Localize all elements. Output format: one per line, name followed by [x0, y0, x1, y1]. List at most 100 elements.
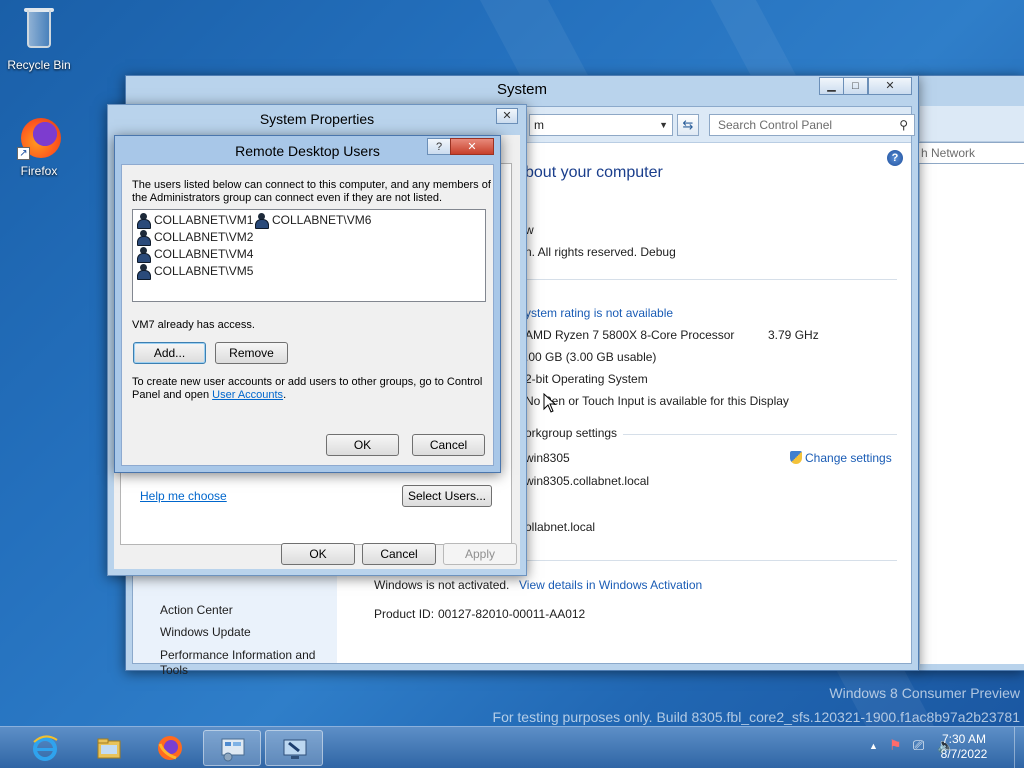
domain-value: ollabnet.local	[525, 520, 596, 534]
user-icon	[136, 247, 151, 263]
folder-icon	[97, 738, 121, 759]
taskbar-system-properties[interactable]	[265, 730, 323, 766]
users-listbox[interactable]: COLLABNET\VM1 COLLABNET\VM6 COLLABNET\VM…	[132, 209, 486, 302]
network-window-content: h Network	[918, 106, 1024, 664]
list-item[interactable]: COLLABNET\VM5	[136, 263, 253, 280]
help-me-choose-link[interactable]: Help me choose	[140, 490, 227, 503]
cancel-button[interactable]: Cancel	[362, 543, 436, 565]
product-id-label: Product ID:	[374, 607, 435, 621]
network-search-text: h Network	[921, 146, 976, 160]
system-window-title: System	[496, 81, 547, 98]
show-hidden-icons-icon[interactable]: ▲	[869, 741, 878, 751]
list-item[interactable]: COLLABNET\VM2	[136, 229, 253, 246]
remove-user-button[interactable]: Remove	[215, 342, 288, 364]
search-input[interactable]: Search Control Panel ⚲	[709, 114, 915, 136]
copyright-text: n. All rights reserved. Debug	[525, 245, 676, 259]
processor-speed: 3.79 GHz	[768, 328, 819, 342]
divider	[525, 279, 897, 280]
see-also-windows-update[interactable]: Windows Update	[160, 625, 251, 639]
recycle-bin-icon	[15, 6, 63, 54]
firefox-icon	[158, 736, 182, 760]
full-computer-name-value: win8305.collabnet.local	[525, 474, 650, 488]
taskbar-ie[interactable]	[16, 730, 74, 766]
list-item[interactable]: COLLABNET\VM4	[136, 246, 253, 263]
user-icon	[136, 213, 151, 229]
action-center-flag-icon[interactable]: ⚑	[889, 737, 902, 754]
internet-explorer-icon	[33, 735, 58, 761]
see-also-performance[interactable]: Performance Information and Tools	[160, 648, 330, 678]
rdu-footer-text: To create new user accounts or add users…	[132, 376, 483, 401]
minimize-button[interactable]: ▁	[819, 77, 844, 95]
clock[interactable]: 7:30 AM 8/7/2022	[934, 732, 994, 762]
cancel-button[interactable]: Cancel	[412, 434, 485, 456]
clock-date: 8/7/2022	[940, 747, 988, 761]
notification-area: ▲ ⚑ ⎚ 🔈 7:30 AM 8/7/2022	[824, 727, 1024, 768]
firefox-icon: ↗	[15, 112, 63, 160]
divider	[623, 434, 897, 435]
search-placeholder: Search Control Panel	[718, 118, 833, 132]
page-heading: bout your computer	[525, 164, 663, 181]
taskbar-control-panel[interactable]	[203, 730, 261, 766]
ok-button[interactable]: OK	[281, 543, 355, 565]
list-item[interactable]: COLLABNET\VM6	[254, 212, 371, 229]
activation-link[interactable]: View details in Windows Activation	[519, 578, 702, 592]
product-id-value: 00127-82010-00011-AA012	[438, 607, 586, 621]
desktop-icon-label: Recycle Bin	[7, 58, 71, 72]
change-settings-link[interactable]: Change settings	[790, 451, 892, 465]
system-type-value: 2-bit Operating System	[525, 372, 648, 386]
mouse-cursor-icon	[543, 393, 557, 413]
remote-desktop-users-dialog[interactable]: Remote Desktop Users ? ✕ The users liste…	[114, 135, 501, 473]
divider	[525, 560, 897, 561]
network-search-input[interactable]: h Network	[918, 142, 1024, 164]
search-icon: ⚲	[899, 118, 908, 132]
ok-button[interactable]: OK	[326, 434, 399, 456]
change-settings-label: Change settings	[805, 451, 892, 465]
maximize-button[interactable]: □	[843, 77, 868, 95]
close-button[interactable]: ✕	[450, 138, 494, 155]
close-button[interactable]: ✕	[496, 108, 518, 124]
taskbar-explorer[interactable]	[80, 730, 138, 766]
show-desktop-button[interactable]	[1014, 727, 1024, 768]
shortcut-arrow-icon: ↗	[17, 147, 30, 160]
select-users-button[interactable]: Select Users...	[402, 485, 492, 507]
help-button[interactable]: ?	[427, 138, 451, 155]
computer-name-value: win8305	[525, 451, 570, 465]
user-icon	[254, 213, 269, 229]
already-access-text: VM7 already has access.	[132, 319, 255, 331]
refresh-icon[interactable]: ⇆	[677, 114, 699, 136]
desktop-icon-label: Firefox	[20, 164, 58, 178]
processor-value: AMD Ryzen 7 5800X 8-Core Processor	[525, 328, 735, 342]
add-user-button[interactable]: Add...	[133, 342, 206, 364]
desktop-icon-firefox[interactable]: ↗ Firefox	[1, 112, 77, 178]
address-text: m	[534, 118, 544, 132]
pen-touch-value: No Pen or Touch Input is available for t…	[525, 394, 789, 408]
system-rating-link[interactable]: ystem rating is not available	[525, 306, 673, 320]
network-window[interactable]: h Network	[915, 75, 1024, 671]
watermark-edition: Windows 8 Consumer Preview	[829, 685, 1020, 701]
clock-time: 7:30 AM	[941, 732, 987, 746]
user-icon	[136, 264, 151, 280]
network-icon[interactable]: ⎚	[913, 737, 924, 754]
address-bar[interactable]: m ▼	[529, 114, 673, 136]
see-also-action-center[interactable]: Action Center	[160, 603, 233, 617]
watermark-build: For testing purposes only. Build 8305.fb…	[492, 709, 1020, 725]
shield-icon	[790, 451, 802, 464]
rdu-intro-text: The users listed below can connect to th…	[132, 179, 491, 204]
rdu-body: The users listed below can connect to th…	[121, 164, 494, 466]
ram-value: .00 GB (3.00 GB usable)	[525, 350, 657, 364]
help-icon[interactable]: ?	[887, 150, 903, 166]
user-icon	[136, 230, 151, 246]
chevron-down-icon[interactable]: ▼	[659, 115, 668, 135]
activation-status: Windows is not activated.	[374, 578, 510, 592]
control-panel-icon	[221, 738, 245, 762]
workgroup-section-heading: orkgroup settings	[525, 426, 618, 440]
taskbar: ▲ ⚑ ⎚ 🔈 7:30 AM 8/7/2022	[0, 726, 1024, 768]
apply-button[interactable]: Apply	[443, 543, 517, 565]
remote-desktop-icon	[283, 739, 307, 759]
taskbar-firefox[interactable]	[141, 730, 199, 766]
list-item[interactable]: COLLABNET\VM1	[136, 212, 253, 229]
close-button[interactable]: ✕	[868, 77, 912, 95]
system-properties-title: System Properties	[259, 111, 375, 127]
user-accounts-link[interactable]: User Accounts	[212, 389, 283, 401]
desktop-icon-recycle-bin[interactable]: Recycle Bin	[1, 6, 77, 72]
